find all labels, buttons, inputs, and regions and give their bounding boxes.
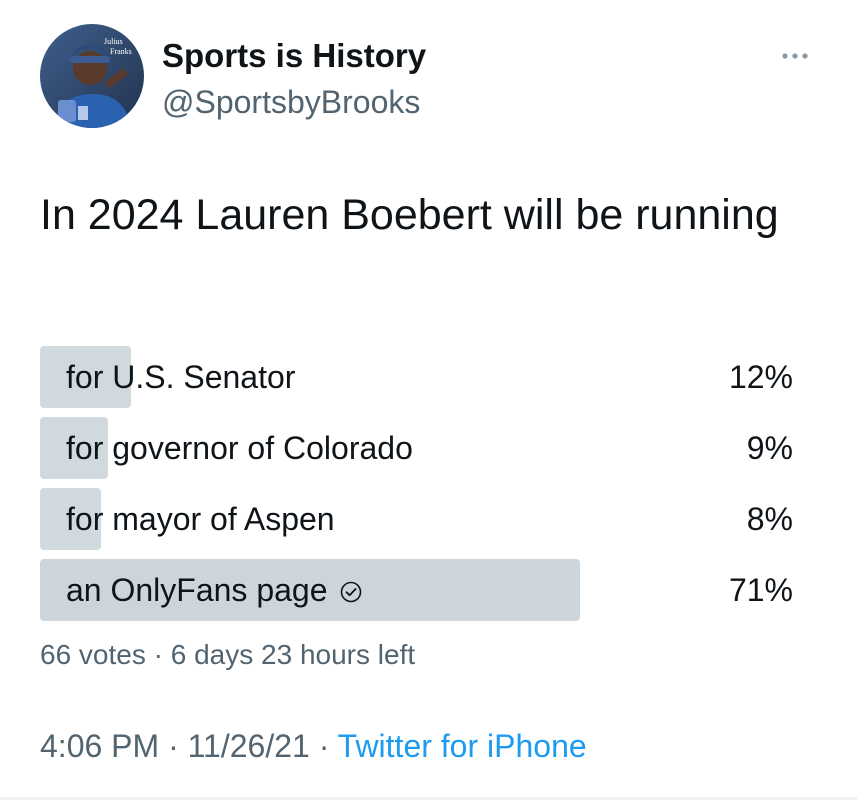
svg-text:Julius: Julius [104,37,123,46]
tweet-time[interactable]: 4:06 PM [40,728,159,764]
avatar-image: Julius Franks [40,24,144,128]
display-name[interactable]: Sports is History [162,36,426,76]
tweet-text: In 2024 Lauren Boebert will be running [40,191,779,239]
poll-option-percent: 9% [746,430,793,466]
poll-option-percent: 12% [728,359,793,395]
poll-option-percent: 8% [746,501,793,537]
user-handle[interactable]: @SportsbyBrooks [162,82,420,122]
poll: for U.S. Senator 12% for governor of Col… [40,346,800,630]
avatar[interactable]: Julius Franks [40,24,144,128]
tweet-source-link[interactable]: Twitter for iPhone [338,728,587,764]
ellipsis-icon[interactable] [777,46,813,66]
svg-text:Franks: Franks [110,47,132,56]
separator: · [159,728,188,764]
separator: · [309,728,338,764]
tweet-date[interactable]: 11/26/21 [188,728,310,764]
poll-option-winner: an OnlyFans page 71% [40,559,800,621]
poll-option: for mayor of Aspen 8% [40,488,800,550]
check-circle-icon [340,561,362,603]
poll-footer: 66 votes · 6 days 23 hours left [40,636,415,674]
poll-option-label: an OnlyFans page [66,572,328,608]
poll-option-label: for mayor of Aspen [66,501,335,537]
poll-option: for U.S. Senator 12% [40,346,800,408]
poll-option: for governor of Colorado 9% [40,417,800,479]
separator: · [145,639,171,670]
tweet-card: Julius Franks Sports is History @Sportsb… [0,0,857,800]
poll-votes: 66 votes [40,639,146,670]
tweet-meta: 4:06 PM · 11/26/21 · Twitter for iPhone [40,726,587,766]
poll-option-label: for governor of Colorado [66,430,413,466]
poll-option-percent: 71% [728,572,793,608]
poll-option-label-wrap: an OnlyFans page [66,559,362,621]
poll-time-left: 6 days 23 hours left [170,639,416,670]
poll-option-label: for U.S. Senator [66,359,296,395]
